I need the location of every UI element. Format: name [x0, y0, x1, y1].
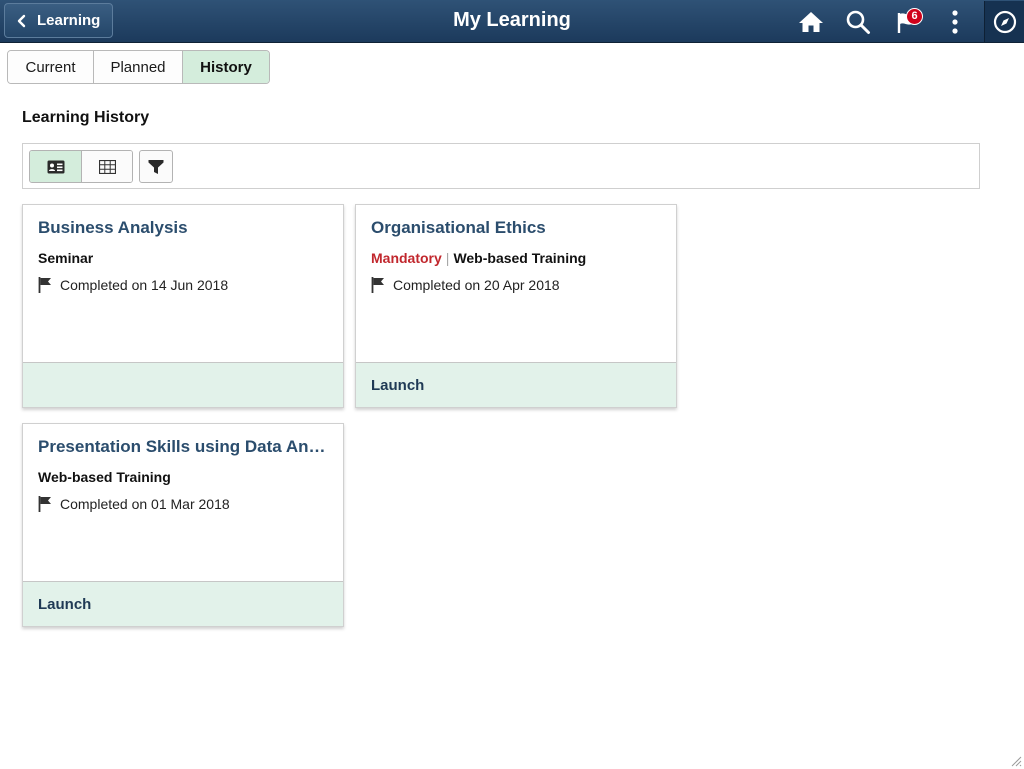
card-footer: Launch [23, 581, 343, 626]
card-title[interactable]: Presentation Skills using Data An… [38, 437, 328, 457]
back-button[interactable]: Learning [4, 3, 113, 38]
card-title[interactable]: Organisational Ethics [371, 218, 661, 238]
completion-date: Completed on 14 Jun 2018 [60, 277, 229, 293]
learning-tabs: Current Planned History [7, 50, 270, 84]
learning-type: Web-based Training [38, 469, 171, 485]
tile-view-icon [47, 160, 64, 173]
launch-link[interactable]: Launch [38, 596, 91, 613]
grid-view-button[interactable] [81, 151, 132, 182]
navbar-compass-icon [993, 10, 1016, 33]
learning-type: Seminar [38, 250, 94, 266]
filter-button[interactable] [139, 150, 173, 183]
card-footer [23, 362, 343, 407]
launch-link[interactable]: Launch [371, 377, 424, 394]
grid-view-icon [98, 159, 116, 174]
back-button-label: Learning [37, 12, 101, 29]
tab-current[interactable]: Current [8, 51, 94, 83]
flag-icon [38, 496, 51, 512]
card-type-line: Seminar [38, 250, 93, 266]
more-actions-button[interactable] [940, 7, 970, 37]
view-toolbar [22, 143, 980, 189]
home-icon [799, 12, 823, 32]
tab-planned[interactable]: Planned [94, 51, 183, 83]
card-title[interactable]: Business Analysis [38, 218, 328, 238]
chevron-left-icon [17, 14, 26, 27]
completion-date: Completed on 20 Apr 2018 [393, 277, 560, 293]
learning-card-organisational-ethics[interactable]: Organisational Ethics Mandatory | Web-base… [355, 204, 677, 408]
filter-icon [148, 159, 164, 174]
card-type-line: Web-based Training [38, 469, 171, 485]
learning-card-presentation-skills[interactable]: Presentation Skills using Data An… Web-b… [22, 423, 344, 627]
card-status: Completed on 20 Apr 2018 [371, 277, 560, 293]
resize-grip-icon[interactable] [1010, 755, 1022, 767]
card-footer: Launch [356, 362, 676, 407]
learning-type: Web-based Training [453, 250, 587, 266]
header-bar: Learning My Learning 6 [0, 0, 1024, 43]
view-toggle [29, 150, 133, 183]
tab-history[interactable]: History [183, 51, 269, 83]
flag-icon [38, 277, 51, 293]
notification-count-badge: 6 [906, 8, 923, 25]
section-title: Learning History [22, 109, 150, 126]
separator: | [445, 250, 450, 266]
card-status: Completed on 14 Jun 2018 [38, 277, 228, 293]
flag-icon [371, 277, 384, 293]
mandatory-label: Mandatory [371, 250, 442, 266]
card-type-line: Mandatory | Web-based Training [371, 250, 586, 266]
search-button[interactable] [843, 7, 873, 37]
completion-date: Completed on 01 Mar 2018 [60, 496, 230, 512]
home-button[interactable] [796, 7, 826, 37]
search-icon [846, 10, 870, 34]
notifications-button[interactable]: 6 [892, 7, 923, 37]
navbar-button[interactable] [984, 1, 1024, 42]
card-status: Completed on 01 Mar 2018 [38, 496, 230, 512]
more-actions-icon [952, 10, 958, 34]
tile-view-button[interactable] [30, 151, 81, 182]
learning-card-business-analysis[interactable]: Business Analysis Seminar Completed on 1… [22, 204, 344, 408]
